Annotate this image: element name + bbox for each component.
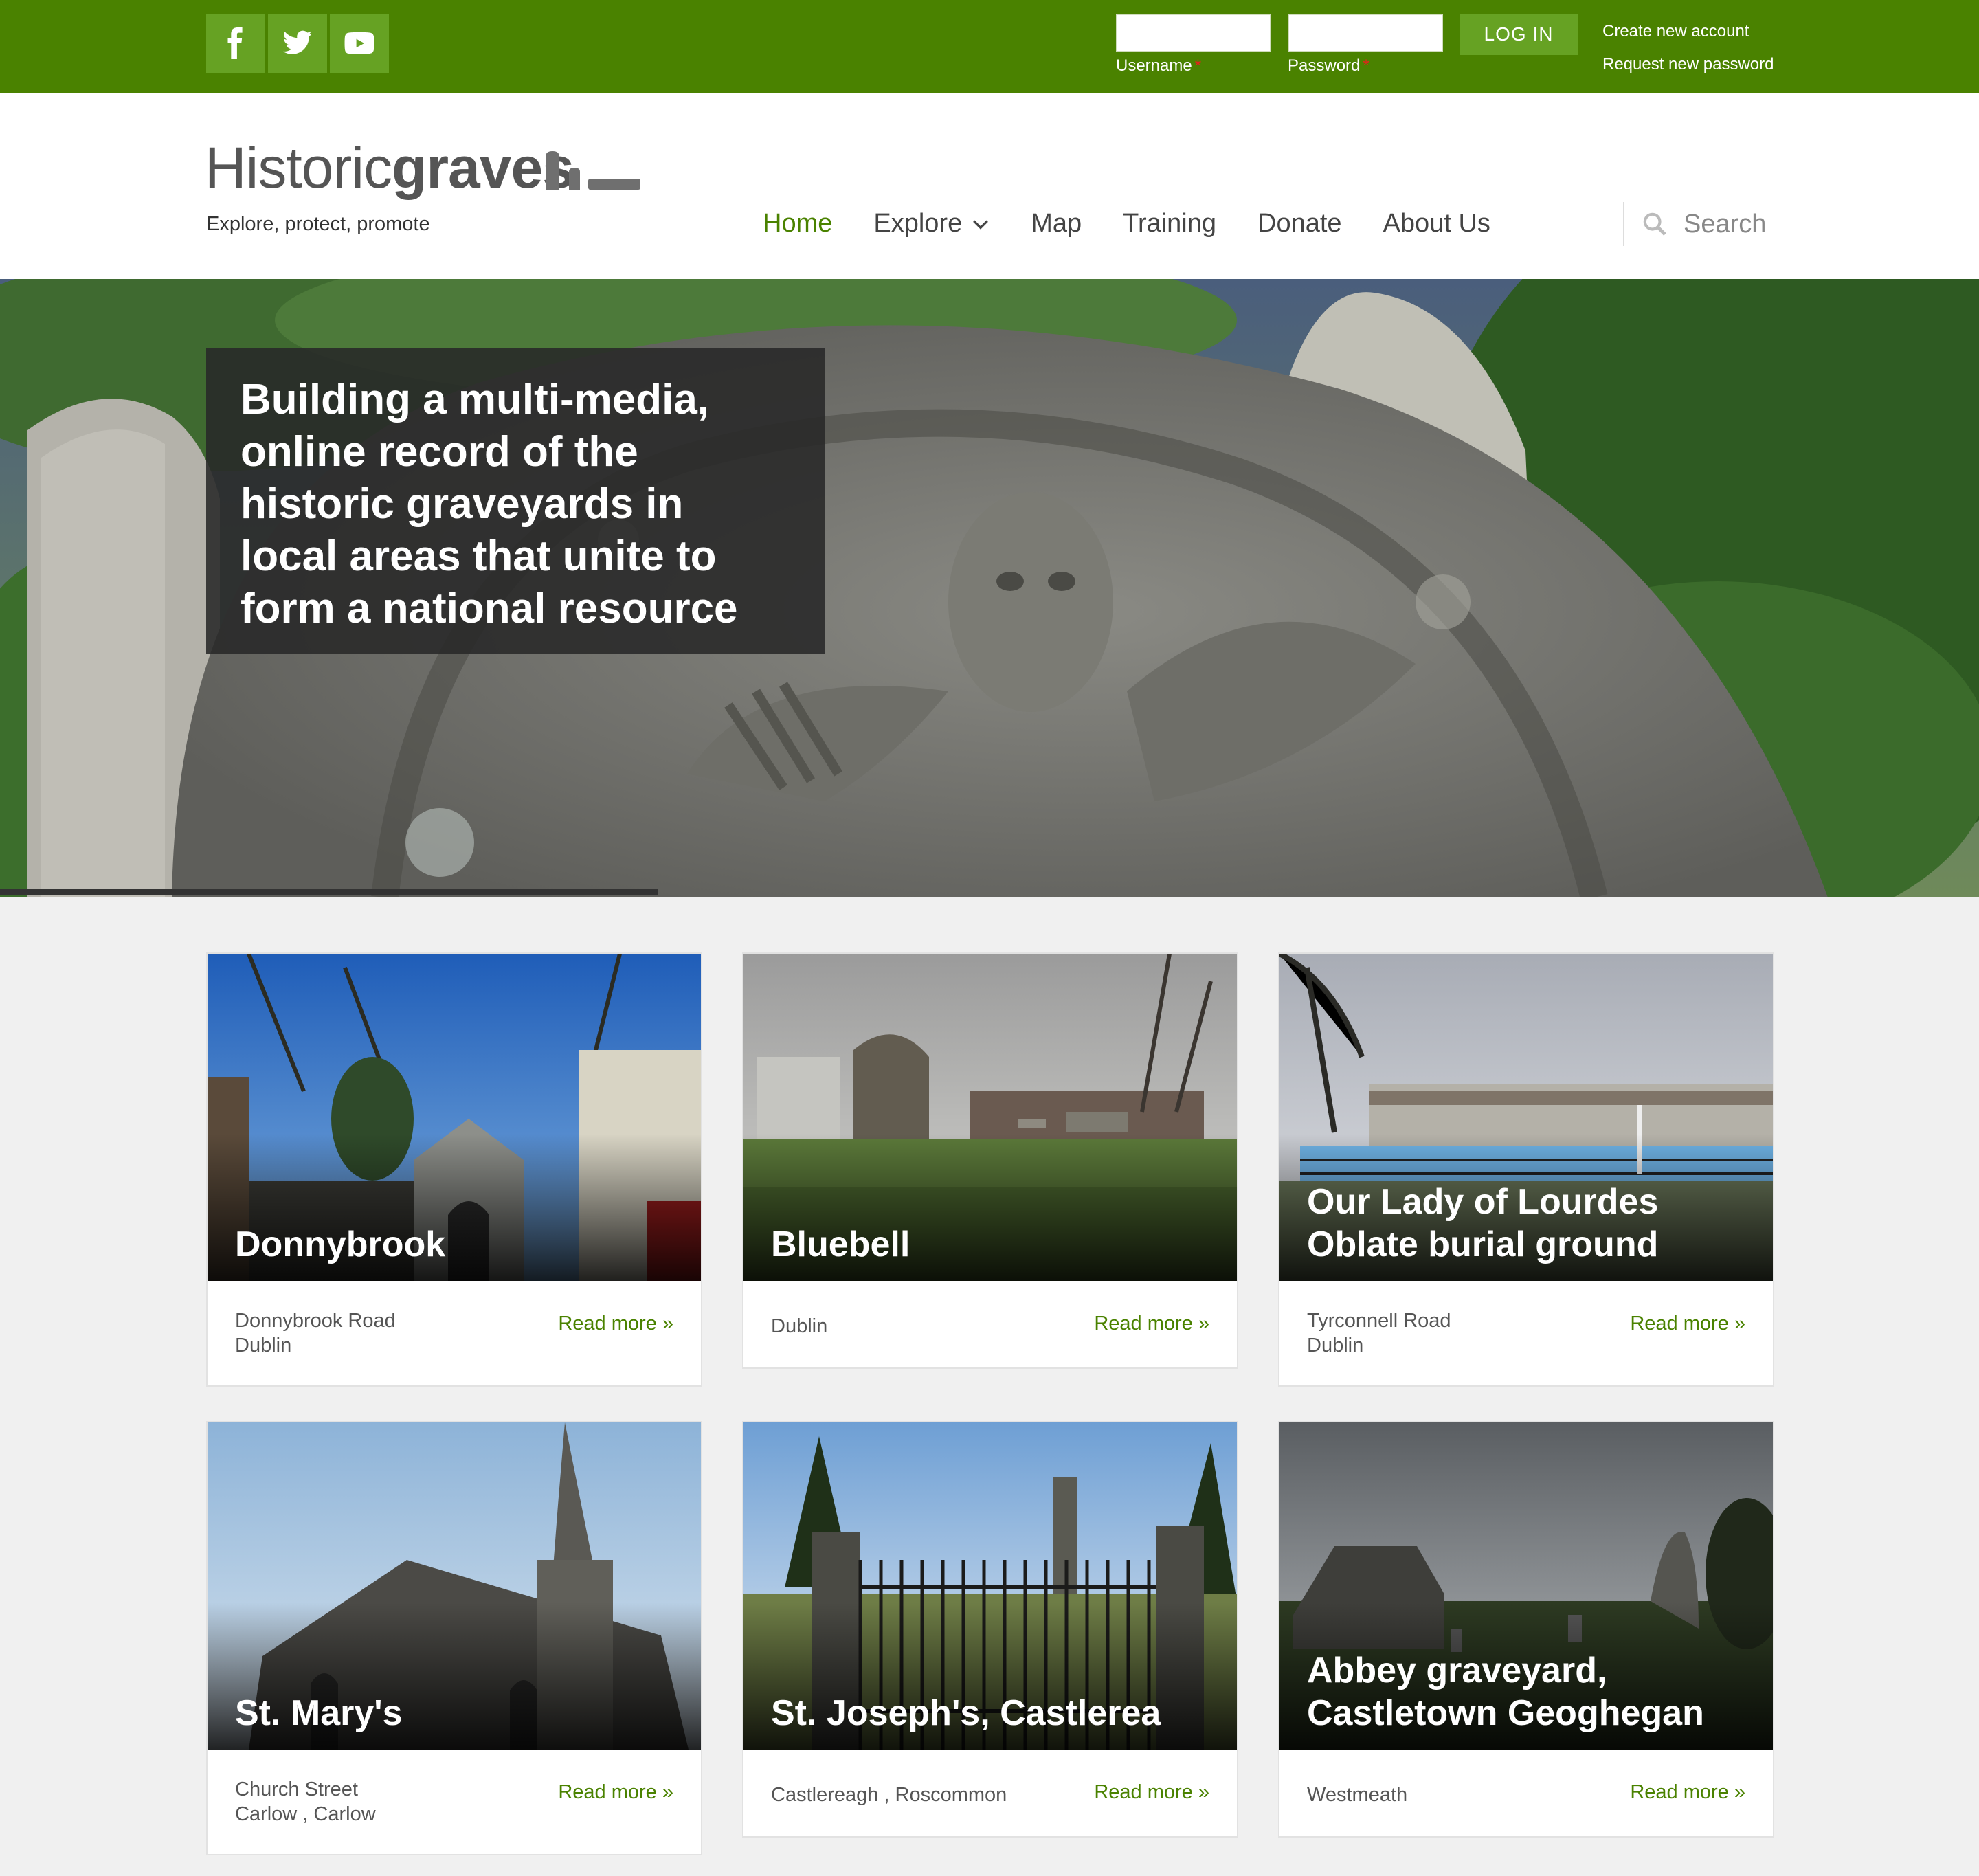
slider-progress-bar <box>0 889 658 895</box>
nav-about-us[interactable]: About Us <box>1383 209 1490 238</box>
graveyard-card[interactable]: Abbey graveyard, Castletown Geoghegan We… <box>1279 1422 1773 1836</box>
read-more-link[interactable]: Read more » <box>558 1313 673 1335</box>
search-placeholder: Search <box>1684 209 1767 238</box>
hero-caption: Building a multi-media, online record of… <box>206 348 825 654</box>
card-photo: St. Joseph's, Castlerea <box>743 1422 1237 1750</box>
nav-training[interactable]: Training <box>1123 209 1216 238</box>
card-address: Westmeath <box>1307 1784 1408 1806</box>
card-title: Bluebell <box>771 1225 910 1264</box>
site-logo[interactable]: Historicgraves <box>205 139 574 197</box>
nav-home[interactable]: Home <box>763 209 832 238</box>
read-more-link[interactable]: Read more » <box>558 1781 673 1804</box>
card-address: Dublin <box>771 1315 828 1337</box>
card-title: Abbey graveyard, Castletown Geoghegan <box>1307 1651 1704 1733</box>
card-address: Church Street Carlow , Carlow <box>235 1778 376 1825</box>
card-address: Donnybrook Road Dublin <box>235 1310 396 1356</box>
card-title: St. Joseph's, Castlerea <box>771 1693 1161 1733</box>
facebook-icon <box>227 27 243 59</box>
graveyard-card[interactable]: St. Mary's Church Street Carlow , Carlow… <box>208 1422 701 1854</box>
request-password-link[interactable]: Request new password <box>1602 48 1774 81</box>
hero-caption-line: local areas that unite to <box>241 533 717 580</box>
site-tagline: Explore, protect, promote <box>206 213 430 235</box>
search-box[interactable]: Search <box>1623 202 1766 246</box>
card-photo: Our Lady of Lourdes Oblate burial ground <box>1279 954 1773 1281</box>
card-address: Castlereagh , Roscommon <box>771 1784 1007 1806</box>
password-group: Password * <box>1288 14 1443 76</box>
nav-explore[interactable]: Explore <box>873 209 989 238</box>
read-more-link[interactable]: Read more » <box>1094 1313 1209 1335</box>
nav-donate[interactable]: Donate <box>1257 209 1342 238</box>
read-more-link[interactable]: Read more » <box>1630 1781 1745 1804</box>
twitter-icon <box>282 30 313 54</box>
password-input[interactable] <box>1288 14 1443 52</box>
social-links <box>206 14 389 73</box>
hero-caption-line: historic graveyards in <box>241 480 684 528</box>
twitter-link[interactable] <box>268 14 327 73</box>
site-header: Historicgraves Explore, protect, promote… <box>0 93 1979 279</box>
logo-gravestones-icon <box>546 151 640 190</box>
youtube-link[interactable] <box>330 14 389 73</box>
card-photo: St. Mary's <box>208 1422 701 1750</box>
username-label: Username * <box>1116 56 1202 75</box>
search-icon <box>1643 212 1666 236</box>
read-more-link[interactable]: Read more » <box>1094 1781 1209 1804</box>
hero-caption-line: Building a multi-media, <box>241 376 710 423</box>
account-links: Create new account Request new password <box>1602 15 1774 81</box>
hero-caption-line: form a national resource <box>241 585 738 632</box>
card-title: St. Mary's <box>235 1693 403 1733</box>
hero-banner: Building a multi-media, online record of… <box>0 279 1979 897</box>
graveyard-card[interactable]: Donnybrook Donnybrook Road Dublin Read m… <box>208 954 701 1385</box>
card-photo: Abbey graveyard, Castletown Geoghegan <box>1279 1422 1773 1750</box>
username-input[interactable] <box>1116 14 1271 52</box>
top-bar: Username * Password * LOG IN Create new ac… <box>0 0 1979 93</box>
card-title: Donnybrook <box>235 1225 446 1264</box>
create-account-link[interactable]: Create new account <box>1602 15 1774 48</box>
graveyard-card[interactable]: St. Joseph's, Castlerea Castlereagh , Ro… <box>743 1422 1237 1836</box>
hero-caption-line: online record of the <box>241 428 638 476</box>
nav-map[interactable]: Map <box>1031 209 1082 238</box>
graveyard-card[interactable]: Our Lady of Lourdes Oblate burial ground… <box>1279 954 1773 1385</box>
read-more-link[interactable]: Read more » <box>1630 1313 1745 1335</box>
graveyard-card[interactable]: Bluebell Dublin Read more » <box>743 954 1237 1367</box>
chevron-down-icon <box>973 220 989 230</box>
password-label: Password * <box>1288 56 1369 75</box>
card-photo: Donnybrook <box>208 954 701 1281</box>
card-title: Our Lady of Lourdes Oblate burial ground <box>1307 1182 1659 1264</box>
login-button[interactable]: LOG IN <box>1460 14 1578 55</box>
card-photo: Bluebell <box>743 954 1237 1281</box>
card-address: Tyrconnell Road Dublin <box>1307 1310 1451 1356</box>
main-nav: Home Explore Map Training Donate About U… <box>763 209 1490 238</box>
username-group: Username * <box>1116 14 1271 76</box>
youtube-icon <box>344 32 374 54</box>
facebook-link[interactable] <box>206 14 265 73</box>
